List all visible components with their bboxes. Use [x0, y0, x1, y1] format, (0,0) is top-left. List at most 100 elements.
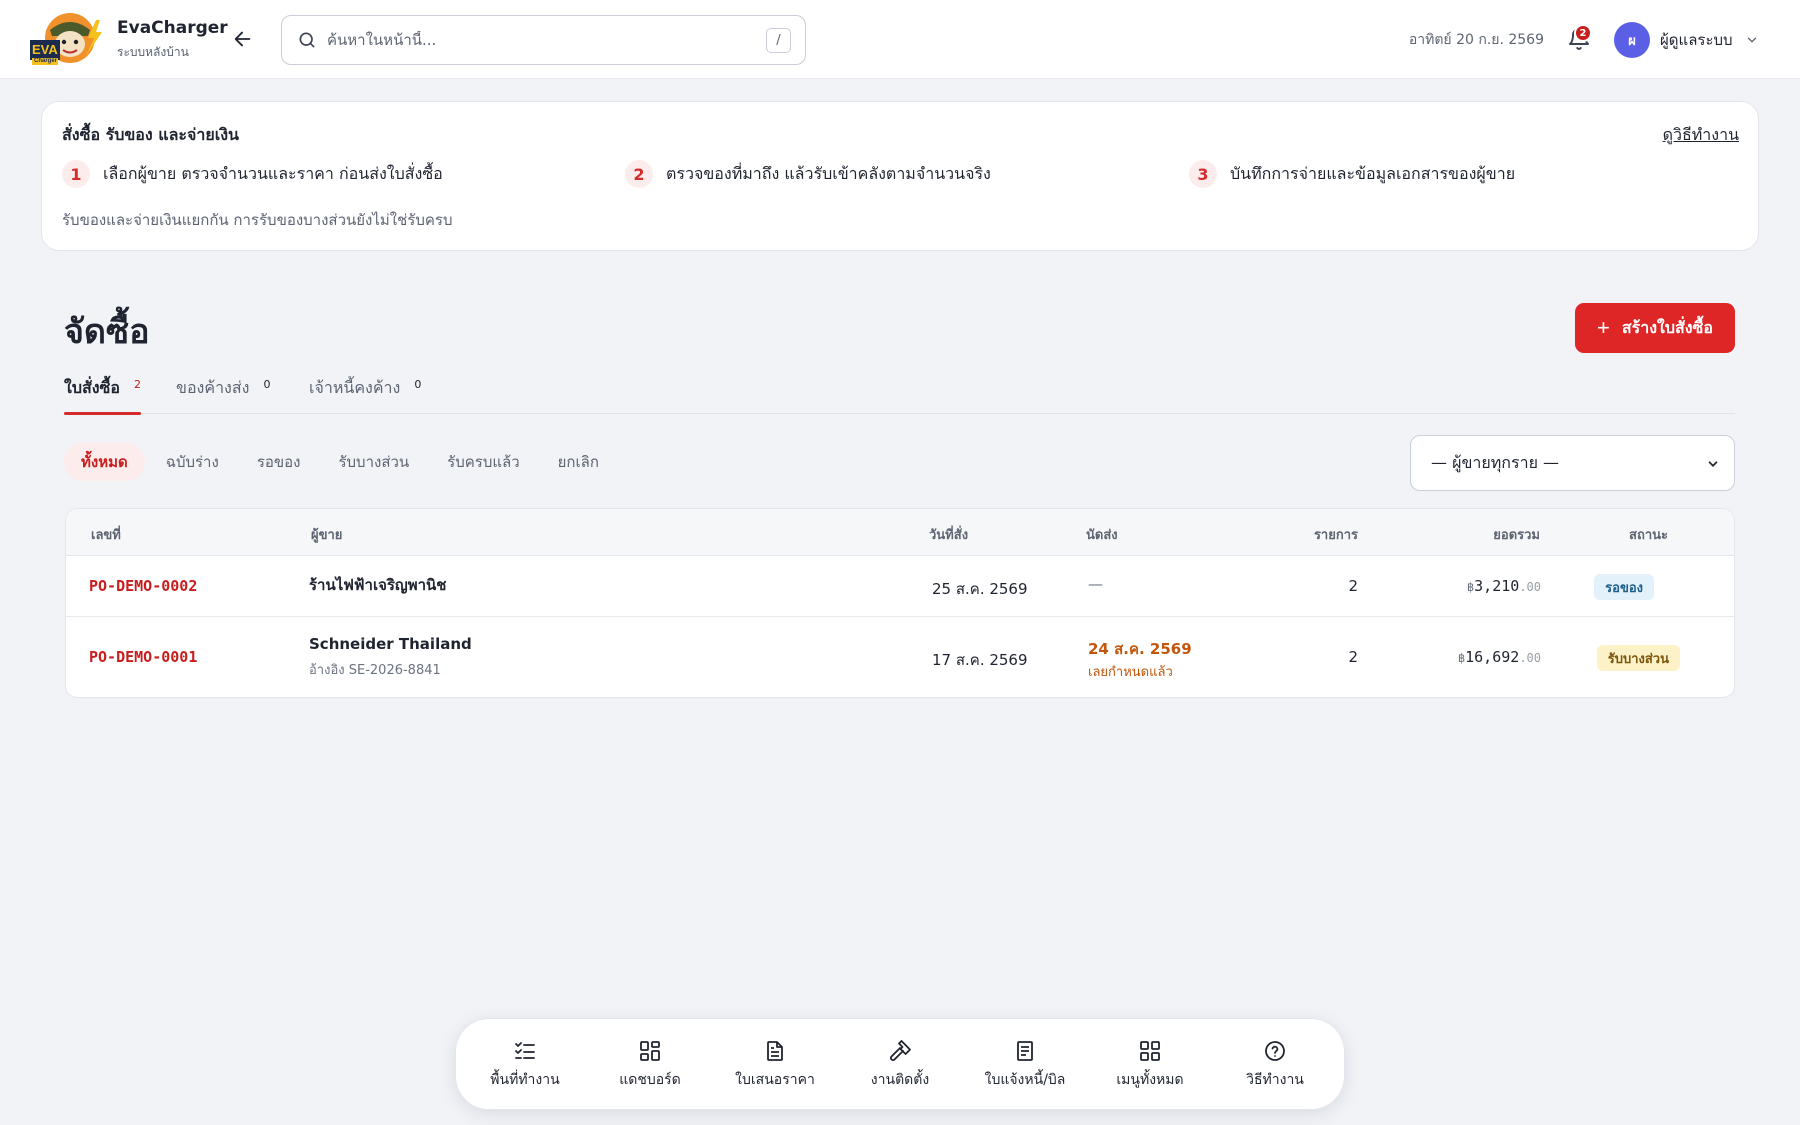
brand-name: EvaCharger	[117, 18, 228, 38]
table-header: เลขที่ ผู้ขาย วันที่สั่ง นัดส่ง รายการ ย…	[66, 509, 1734, 556]
nav-dashboard[interactable]: แดชบอร์ด	[588, 1019, 712, 1111]
checklist-icon	[515, 1042, 535, 1059]
tab-pending-delivery[interactable]: ของค้างส่ง 0	[176, 376, 270, 414]
tab-count: 2	[134, 378, 142, 391]
current-date: อาทิตย์ 20 ก.ย. 2569	[1408, 32, 1544, 48]
po-number[interactable]: PO-DEMO-0001	[89, 648, 197, 666]
user-name: ผู้ดูแลระบบ	[1660, 31, 1733, 49]
top-bar: EVA Charger EvaCharger ระบบหลังบ้าน / อา…	[0, 0, 1800, 79]
po-number[interactable]: PO-DEMO-0002	[89, 577, 197, 595]
status-badge: รับบางส่วน	[1596, 645, 1680, 671]
hammer-icon	[890, 1040, 911, 1061]
plus-icon: +	[1596, 315, 1610, 340]
header-items: รายการ	[1313, 528, 1358, 543]
nav-label: เมนูทั้งหมด	[1116, 1072, 1184, 1088]
filter-cancelled[interactable]: ยกเลิก	[541, 443, 616, 481]
nav-label: งานติดตั้ง	[870, 1072, 930, 1088]
filter-all[interactable]: ทั้งหมด	[64, 443, 145, 481]
filter-draft[interactable]: ฉบับร่าง	[149, 443, 236, 481]
header-due-date: นัดส่ง	[1086, 528, 1118, 543]
filter-received[interactable]: รับครบแล้ว	[430, 443, 536, 481]
step-text: บันทึกการจ่ายและข้อมูลเอกสารของผู้ขาย	[1230, 163, 1516, 183]
avatar: ผ	[1614, 22, 1650, 58]
due-date: 24 ส.ค. 2569	[1088, 640, 1192, 658]
create-purchase-order-button[interactable]: + สร้างใบสั่งซื้อ	[1575, 303, 1735, 353]
step-number: 1	[62, 160, 90, 188]
table-row[interactable]: PO-DEMO-0002 ร้านไฟฟ้าเจริญพานิช 25 ส.ค.…	[66, 556, 1734, 617]
page-title: จัดซื้อ	[64, 312, 150, 352]
document-icon	[767, 1041, 783, 1061]
search-box[interactable]: /	[281, 15, 806, 65]
nav-workspace[interactable]: พื้นที่ทำงาน	[463, 1019, 587, 1111]
create-button-label: สร้างใบสั่งซื้อ	[1621, 319, 1714, 337]
brand-logo[interactable]: EVA Charger	[30, 12, 104, 66]
nav-installations[interactable]: งานติดตั้ง	[838, 1019, 962, 1111]
chevron-down-icon	[1747, 37, 1756, 43]
tab-outstanding-payables[interactable]: เจ้าหนี้คงค้าง 0	[309, 376, 421, 414]
status-badge: รอของ	[1594, 574, 1654, 600]
vendor-filter-select[interactable]: — ผู้ขายทุกราย —	[1410, 435, 1735, 491]
item-count: 2	[1348, 577, 1358, 595]
total-decimal: .00	[1519, 651, 1541, 665]
arrow-left-icon	[234, 31, 251, 47]
search-input[interactable]	[327, 31, 747, 49]
guide-link[interactable]: ดูวิธีทำงาน	[1663, 123, 1739, 148]
filter-awaiting[interactable]: รอของ	[240, 443, 318, 481]
guide-step: 1 เลือกผู้ขาย ตรวจจำนวนและราคา ก่อนส่งใบ…	[62, 160, 443, 188]
nav-label: แดชบอร์ด	[619, 1072, 681, 1088]
step-text: เลือกผู้ขาย ตรวจจำนวนและราคา ก่อนส่งใบสั…	[103, 163, 443, 183]
logo-text: EVA	[32, 42, 58, 57]
nav-label: ใบเสนอราคา	[735, 1072, 815, 1088]
step-number: 3	[1189, 160, 1217, 188]
chevron-down-icon	[1708, 461, 1718, 467]
vendor-select-value: — ผู้ขายทุกราย —	[1431, 452, 1560, 472]
header-total: ยอดรวม	[1493, 528, 1540, 543]
total-decimal: .00	[1519, 580, 1541, 594]
vendor-name: ร้านไฟฟ้าเจริญพานิช	[309, 576, 447, 594]
order-date: 17 ส.ค. 2569	[932, 651, 1028, 669]
search-icon	[299, 32, 315, 48]
nav-all-menus[interactable]: เมนูทั้งหมด	[1088, 1019, 1212, 1111]
overdue-note: เลยกำหนดแล้ว	[1088, 665, 1173, 680]
purchase-order-table: เลขที่ ผู้ขาย วันที่สั่ง นัดส่ง รายการ ย…	[65, 508, 1735, 698]
total-integer: 16,692	[1465, 648, 1520, 666]
nav-label: พื้นที่ทำงาน	[490, 1072, 560, 1088]
tab-purchase-orders[interactable]: ใบสั่งซื้อ 2	[64, 376, 142, 415]
nav-invoices[interactable]: ใบแจ้งหนี้/บิล	[963, 1019, 1087, 1111]
guide-step: 3 บันทึกการจ่ายและข้อมูลเอกสารของผู้ขาย	[1189, 160, 1515, 188]
bottom-navigation: พื้นที่ทำงาน แดชบอร์ด ใบเสนอราคา งานติดต…	[455, 1018, 1345, 1110]
header-status: สถานะ	[1629, 528, 1668, 543]
back-button[interactable]	[228, 24, 258, 54]
step-number: 2	[625, 160, 653, 188]
tab-bar: ใบสั่งซื้อ 2 ของค้างส่ง 0 เจ้าหนี้คงค้าง…	[64, 376, 1735, 415]
guide-step: 2 ตรวจของที่มาถึง แล้วรับเข้าคลังตามจำนว…	[625, 160, 991, 188]
step-text: ตรวจของที่มาถึง แล้วรับเข้าคลังตามจำนวนจ…	[666, 163, 991, 183]
header-vendor: ผู้ขาย	[311, 528, 343, 543]
header-number: เลขที่	[91, 528, 121, 543]
workflow-guide-card: สั่งซื้อ รับของ และจ่ายเงิน ดูวิธีทำงาน …	[41, 101, 1759, 251]
grid-icon	[640, 1041, 660, 1061]
order-date: 25 ส.ค. 2569	[932, 580, 1028, 598]
tab-count: 0	[414, 378, 422, 391]
logo-subtext: Charger	[34, 58, 58, 64]
header-order-date: วันที่สั่ง	[929, 528, 969, 543]
help-icon	[1265, 1041, 1285, 1061]
vendor-reference: อ้างอิง SE-2026-8841	[309, 663, 441, 678]
user-menu[interactable]: ผ ผู้ดูแลระบบ	[1614, 21, 1759, 59]
total-amount: ฿16,692.00	[1458, 648, 1541, 666]
nav-quotations[interactable]: ใบเสนอราคา	[713, 1019, 837, 1111]
filter-partial[interactable]: รับบางส่วน	[321, 443, 426, 481]
due-date: —	[1088, 575, 1103, 593]
nav-how-to[interactable]: วิธีทำงาน	[1213, 1019, 1337, 1111]
guide-note: รับของและจ่ายเงินแยกกัน การรับของบางส่วน…	[62, 211, 453, 229]
receipt-icon	[1017, 1041, 1033, 1061]
total-integer: 3,210	[1474, 577, 1520, 595]
tab-count: 0	[263, 378, 271, 391]
notification-badge: 2	[1574, 24, 1592, 42]
vendor-name: Schneider Thailand	[309, 635, 472, 653]
brand-subtitle: ระบบหลังบ้าน	[117, 45, 189, 59]
tab-label: เจ้าหนี้คงค้าง	[309, 378, 401, 397]
status-filter-group: ทั้งหมด ฉบับร่าง รอของ รับบางส่วน รับครบ…	[64, 443, 620, 481]
table-row[interactable]: PO-DEMO-0001 Schneider Thailand อ้างอิง …	[66, 617, 1734, 697]
search-shortcut-hint: /	[766, 28, 791, 53]
